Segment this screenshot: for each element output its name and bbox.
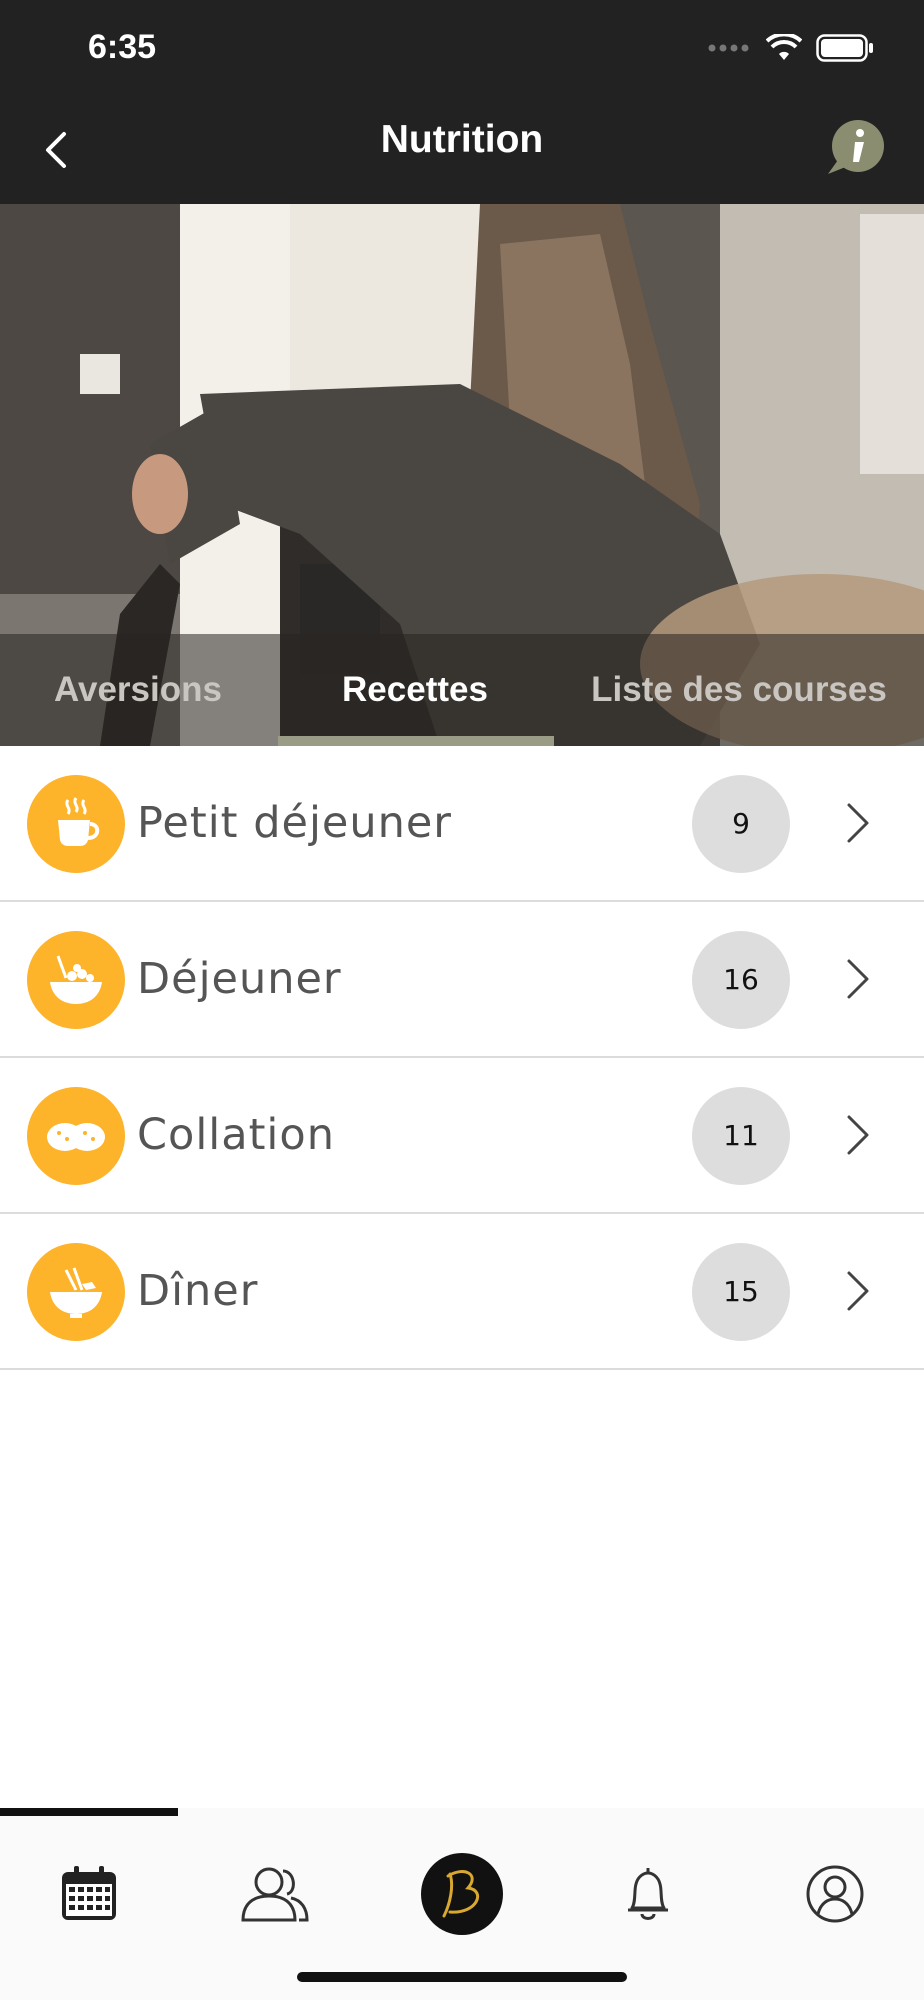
list-item-label: Dîner	[137, 1266, 259, 1316]
meal-category-list: Petit déjeuner 9 Déjeuner 16 Collation 1…	[0, 746, 924, 1370]
brand-logo-icon	[421, 1853, 503, 1935]
tabbar-notifications[interactable]	[593, 1844, 703, 1944]
tab-recettes[interactable]: Recettes	[276, 634, 554, 746]
list-item-diner[interactable]: Dîner 15	[0, 1214, 924, 1370]
nav-header: Nutrition	[0, 100, 924, 204]
wifi-icon	[766, 34, 802, 60]
chevron-right-icon	[847, 959, 869, 999]
list-item-dejeuner[interactable]: Déjeuner 16	[0, 902, 924, 1058]
list-item-label: Collation	[137, 1110, 335, 1160]
list-item-collation[interactable]: Collation 11	[0, 1058, 924, 1214]
salad-bowl-icon	[27, 931, 125, 1029]
count-badge: 16	[692, 931, 790, 1029]
status-bar: 6:35	[0, 0, 924, 100]
tab-aversions[interactable]: Aversions	[0, 634, 276, 746]
tabbar-home[interactable]	[407, 1844, 517, 1944]
list-item-label: Déjeuner	[137, 954, 342, 1004]
status-icons	[708, 34, 874, 62]
tab-liste-des-courses[interactable]: Liste des courses	[554, 634, 924, 746]
profile-icon	[806, 1865, 864, 1923]
info-button[interactable]	[824, 118, 886, 178]
tabbar-community[interactable]	[220, 1844, 330, 1944]
signal-icon	[708, 44, 749, 52]
segment-tabs: Aversions Recettes Liste des courses	[0, 634, 924, 746]
tabbar-profile[interactable]	[780, 1844, 890, 1944]
tabbar-calendar[interactable]	[34, 1844, 144, 1944]
chevron-right-icon	[847, 1271, 869, 1311]
count-badge: 11	[692, 1087, 790, 1185]
list-item-petit-dejeuner[interactable]: Petit déjeuner 9	[0, 746, 924, 902]
status-time: 6:35	[88, 28, 157, 66]
battery-icon	[816, 34, 873, 62]
chevron-right-icon	[847, 803, 869, 843]
community-icon	[241, 1867, 309, 1922]
home-indicator	[297, 1972, 627, 1982]
bell-icon	[628, 1868, 668, 1920]
active-tab-indicator	[278, 736, 554, 746]
page-title: Nutrition	[380, 118, 544, 161]
active-tabbar-indicator	[0, 1808, 178, 1816]
count-badge: 15	[692, 1243, 790, 1341]
hero-image: Aversions Recettes Liste des courses	[0, 204, 924, 746]
coffee-cup-icon	[27, 775, 125, 873]
calendar-icon	[62, 1866, 116, 1920]
count-badge: 9	[692, 775, 790, 873]
info-speech-bubble-icon	[828, 120, 884, 174]
cookies-icon	[27, 1087, 125, 1185]
list-item-label: Petit déjeuner	[137, 798, 452, 848]
noodle-bowl-icon	[27, 1243, 125, 1341]
chevron-right-icon	[847, 1115, 869, 1155]
